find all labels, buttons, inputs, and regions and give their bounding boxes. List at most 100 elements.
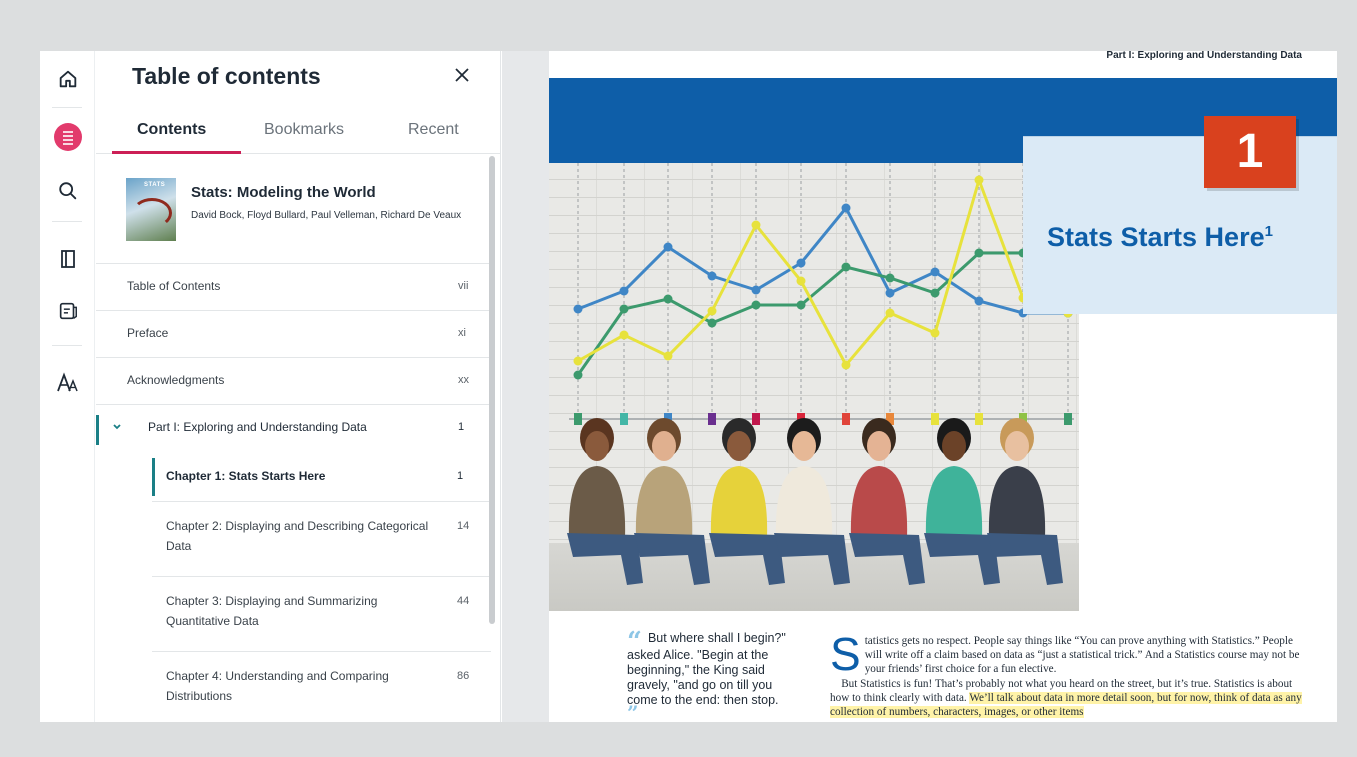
chapter-opener-image [549, 163, 1079, 611]
photo-chart-dot [707, 306, 717, 316]
rail-divider [52, 345, 82, 346]
book-cover: STATS [126, 178, 176, 241]
chapter-footnote-marker: 1 [1264, 223, 1273, 240]
photo-person [987, 418, 1063, 585]
photo-person [924, 418, 1000, 585]
photo-chart-dot [930, 328, 940, 338]
photo-chart-dot [751, 300, 761, 310]
photo-person [567, 418, 643, 585]
active-chapter-indicator [152, 458, 155, 496]
photo-chart-dot [885, 273, 895, 283]
toc-item-page: 1 [458, 421, 465, 433]
photo-chart-dot [841, 262, 851, 272]
photo-marker [620, 413, 628, 425]
toc-chapter-item[interactable]: Chapter 2: Displaying and Describing Cat… [152, 502, 491, 577]
toc-item-label: Table of Contents [127, 279, 221, 293]
close-icon[interactable] [450, 63, 474, 87]
photo-person [634, 418, 710, 585]
chapter-number: 1 [1204, 116, 1296, 188]
chevron-down-icon[interactable] [110, 417, 124, 437]
running-head: Part I: Exploring and Understanding Data [1106, 51, 1302, 61]
photo-marker [752, 413, 760, 425]
book-title: Stats: Modeling the World [191, 184, 376, 201]
toc-tabs: Contents Bookmarks Recent [96, 111, 500, 154]
epigraph-text: But where shall I begin?" asked Alice. "… [627, 631, 786, 707]
photo-chart-dot [619, 304, 629, 314]
toc-item[interactable]: Preface xi [96, 311, 491, 358]
tab-recent[interactable]: Recent [408, 121, 459, 139]
toc-chapter-item[interactable]: Chapter 4: Understanding and Comparing D… [152, 652, 491, 722]
toc-item-page: 86 [457, 670, 470, 682]
toc-list-icon[interactable] [48, 117, 88, 157]
photo-chart-dot [796, 258, 806, 268]
photo-person [709, 418, 785, 585]
photo-marker [931, 413, 939, 425]
photo-person [774, 418, 850, 585]
photo-chart-dot [974, 296, 984, 306]
photo-chart-dot [573, 304, 583, 314]
photo-chart-dot [885, 288, 895, 298]
photo-chart-dot [663, 242, 673, 252]
photo-chart-dot [707, 318, 717, 328]
photo-marker [842, 413, 850, 425]
paragraph-1: tatistics gets no respect. People say th… [864, 635, 1300, 676]
photo-chart-dot [619, 330, 629, 340]
reader-area: Part I: Exploring and Understanding Data… [502, 51, 1337, 722]
photo-chart-dot [796, 276, 806, 286]
toc-item-label: Preface [127, 326, 169, 340]
toc-item-page: vii [458, 280, 469, 292]
panel-icon[interactable] [48, 239, 88, 279]
reader-app: Table of contents Contents Bookmarks Rec… [40, 51, 1337, 722]
photo-chart-dot [573, 370, 583, 380]
photo-chart-dot [619, 286, 629, 296]
toc-item[interactable]: Table of Contents vii [96, 264, 491, 311]
book-page[interactable]: Part I: Exploring and Understanding Data… [549, 51, 1337, 722]
photo-chart-dot [796, 300, 806, 310]
photo-chart-line [576, 251, 1070, 376]
toc-part-item[interactable]: Part I: Exploring and Understanding Data… [96, 405, 491, 452]
photo-chart-dot [885, 308, 895, 318]
chapter-title: Stats Starts Here1 [1047, 215, 1307, 254]
text-size-icon[interactable] [48, 363, 88, 403]
toc-item-page: 44 [457, 595, 470, 607]
photo-chart-dot [841, 360, 851, 370]
photo-chart-dot [751, 285, 761, 295]
photo-chart-line [577, 175, 1069, 368]
photo-person [849, 418, 925, 585]
photo-chart-dot [930, 267, 940, 277]
home-icon[interactable] [48, 59, 88, 99]
photo-chart-dot [573, 356, 583, 366]
toc-scrollbar[interactable] [489, 156, 495, 624]
active-part-indicator [96, 415, 99, 445]
chapter-title-text: Stats Starts Here [1047, 222, 1265, 252]
photo-marker [1064, 413, 1072, 425]
close-quote-icon: ” [627, 701, 639, 722]
photo-chart-dot [707, 271, 717, 281]
photo-chart-dot [663, 351, 673, 361]
tab-contents[interactable]: Contents [137, 121, 206, 139]
toc-item-page: xi [458, 327, 466, 339]
rail-divider [52, 107, 82, 108]
toc-chapter-item[interactable]: Chapter 1: Stats Starts Here 1 [152, 452, 491, 502]
tab-bookmarks[interactable]: Bookmarks [264, 121, 344, 139]
cover-title: STATS [144, 182, 166, 188]
left-rail [40, 51, 95, 722]
toc-chapter-item[interactable]: Chapter 3: Displaying and Summarizing Qu… [152, 577, 491, 652]
toc-item-label: Chapter 3: Displaying and Summarizing Qu… [166, 594, 378, 628]
search-icon[interactable] [48, 171, 88, 211]
epigraph: “But where shall I begin?" asked Alice. … [627, 629, 792, 722]
toc-item-page: xx [458, 374, 469, 386]
toc-item-label: Chapter 1: Stats Starts Here [166, 469, 326, 483]
toc-item-label: Chapter 2: Displaying and Describing Cat… [166, 519, 429, 553]
toc-item-page: 14 [457, 520, 470, 532]
photo-chart-dot [663, 294, 673, 304]
drop-cap: S [830, 628, 861, 680]
toc-item-page: 1 [457, 470, 464, 482]
photo-chart-dot [751, 220, 761, 230]
rail-divider [52, 221, 82, 222]
toc-panel: Table of contents Contents Bookmarks Rec… [96, 51, 501, 722]
notebook-icon[interactable] [48, 291, 88, 331]
toc-item[interactable]: Acknowledgments xx [96, 358, 491, 405]
photo-marker [975, 413, 983, 425]
photo-chart-dot [841, 203, 851, 213]
